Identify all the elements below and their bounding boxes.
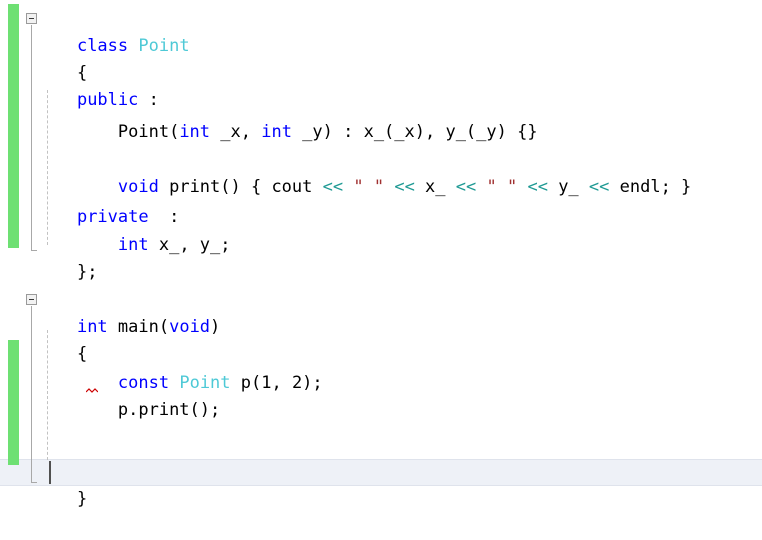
- code-line-const-point[interactable]: const Point p(1, 2);: [36, 343, 323, 393]
- token-shift-op-1: <<: [322, 177, 344, 197]
- token-initializer-list: _y) : x_(_x), y_(_y) {}: [291, 122, 538, 142]
- change-bar-main-block: [8, 340, 19, 465]
- token-param-x: _x,: [210, 122, 262, 142]
- code-line-print-method[interactable]: void print() { cout << " " << x_ << " " …: [36, 147, 691, 197]
- token-shift-op-2: <<: [394, 177, 415, 197]
- token-close-brace-class: };: [76, 262, 98, 282]
- token-space-2: [343, 177, 353, 197]
- code-line-int-main[interactable]: int main(void): [36, 287, 220, 337]
- token-shift-op-4: <<: [527, 177, 548, 197]
- error-squiggle-p-print: [86, 388, 98, 393]
- token-ctor-head: Point(: [76, 122, 180, 142]
- current-line-highlight: [0, 459, 762, 486]
- code-line-blank-4[interactable]: [36, 397, 77, 424]
- code-line-private[interactable]: private :: [36, 177, 179, 227]
- token-keyword-int-2: int: [261, 122, 292, 142]
- code-line-constructor[interactable]: Point(int _x, int _y) : x_(_x), y_(_y) {…: [36, 92, 538, 142]
- token-close-brace-main: }: [76, 489, 88, 509]
- fold-line-int-main: [31, 306, 32, 482]
- token-p-print-call: p.print();: [76, 400, 221, 420]
- token-space-5: [517, 177, 527, 197]
- code-line-public[interactable]: public :: [36, 60, 159, 110]
- token-keyword-void-main: void: [169, 317, 211, 337]
- token-classname-point: Point: [138, 36, 190, 56]
- code-editor[interactable]: class Point { public : Point(int _x, int…: [0, 0, 762, 509]
- code-line-close-brace-class[interactable]: };: [36, 232, 97, 282]
- token-member-x: x_: [414, 177, 456, 197]
- token-string-1: " ": [353, 177, 385, 197]
- token-member-decl: x_, y_;: [148, 235, 231, 255]
- fold-line-class-point: [31, 25, 32, 250]
- code-line-open-brace-main[interactable]: {: [36, 314, 87, 364]
- token-endl-tail: endl; }: [609, 177, 692, 197]
- token-keyword-int-1: int: [179, 122, 211, 142]
- token-main-close-paren: ): [210, 317, 221, 337]
- token-main-name: main(: [107, 317, 170, 337]
- token-space-1: [128, 36, 138, 56]
- change-bar-class-block: [8, 4, 19, 248]
- code-line-open-brace-class[interactable]: {: [36, 33, 87, 83]
- code-line-members[interactable]: int x_, y_;: [36, 205, 231, 255]
- token-shift-op-3: <<: [455, 177, 477, 197]
- code-line-blank-2[interactable]: [36, 260, 77, 287]
- token-keyword-int-3: int: [117, 235, 149, 255]
- code-line-p-print[interactable]: p.print();: [36, 370, 220, 420]
- code-line-close-brace-main[interactable]: }: [36, 459, 87, 509]
- text-caret: [49, 461, 51, 484]
- code-line-class-point[interactable]: class Point: [36, 6, 190, 56]
- token-point-decl: p(1, 2);: [230, 373, 323, 393]
- token-space-3: [384, 177, 394, 197]
- code-line-blank-1[interactable]: [36, 119, 77, 146]
- token-string-2: " ": [486, 177, 518, 197]
- token-space-4: [476, 177, 486, 197]
- token-shift-op-5: <<: [588, 177, 610, 197]
- code-line-blank-5[interactable]: [36, 430, 77, 457]
- token-print-signature: print() { cout: [158, 177, 323, 197]
- token-member-y: y_: [547, 177, 589, 197]
